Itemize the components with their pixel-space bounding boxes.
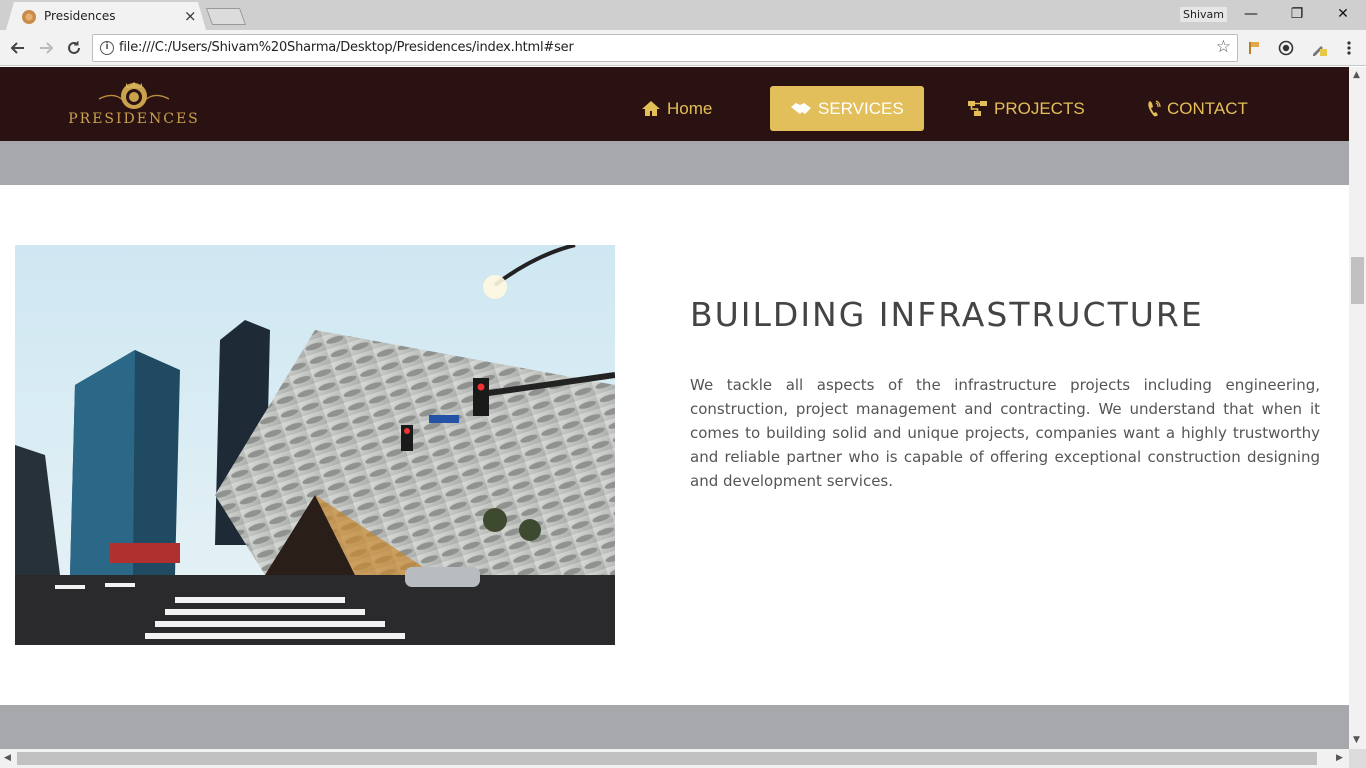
nav-contact[interactable]: CONTACT [1147,86,1248,131]
scroll-down-icon[interactable]: ▼ [1353,735,1360,745]
home-icon [641,100,661,117]
reload-icon[interactable] [62,36,86,60]
back-arrow-icon[interactable] [6,36,30,60]
section-heading: BUILDING INFRASTRUCTURE [690,295,1204,334]
url-text[interactable]: file:///C:/Users/Shivam%20Sharma/Desktop… [119,40,574,55]
extension-flag-icon[interactable] [1244,38,1264,58]
browser-menu-icon[interactable] [1339,38,1359,58]
nav-projects[interactable]: PROJECTS [967,86,1085,131]
address-bar[interactable]: i file:///C:/Users/Shivam%20Sharma/Deskt… [92,34,1238,62]
nav-services-label: SERVICES [818,98,904,118]
tab-title: Presidences [44,9,116,23]
building-photo [15,245,615,645]
tab-strip: Presidences × Shivam — ❐ ✕ [0,0,1366,30]
forward-arrow-icon[interactable] [34,36,58,60]
vertical-scroll-thumb[interactable] [1351,257,1364,304]
vertical-scrollbar[interactable]: ▲ ▼ [1349,67,1366,749]
scroll-right-icon[interactable]: ▶ [1336,753,1343,763]
profile-name[interactable]: Shivam [1180,7,1227,22]
handshake-icon [790,101,812,117]
extension-record-icon[interactable] [1276,38,1296,58]
sitemap-icon [967,100,988,117]
phone-icon [1147,100,1161,117]
scroll-left-icon[interactable]: ◀ [4,753,11,763]
logo-text: PRESIDENCES [68,111,200,127]
nav-home-label: Home [667,98,713,118]
minimize-button[interactable]: — [1228,0,1274,28]
browser-tab[interactable]: Presidences × [6,2,206,30]
tab-close-button[interactable]: × [184,6,197,26]
restore-button[interactable]: ❐ [1274,0,1320,28]
horizontal-scroll-thumb[interactable] [17,752,1317,765]
nav-services[interactable]: SERVICES [770,86,924,131]
new-tab-button[interactable] [205,8,247,25]
page-viewport: PRESIDENCES Home SERVICES PROJECTS CONTA [0,67,1349,749]
site-favicon-icon [22,10,36,24]
lion-crest-icon [98,82,170,109]
nav-projects-label: PROJECTS [994,98,1085,118]
section-divider-top [0,141,1349,185]
scrollbar-corner [1349,749,1366,768]
close-window-button[interactable]: ✕ [1320,0,1366,28]
nav-contact-label: CONTACT [1167,98,1248,118]
browser-toolbar: i file:///C:/Users/Shivam%20Sharma/Deskt… [0,30,1366,66]
site-navbar: PRESIDENCES Home SERVICES PROJECTS CONTA [0,67,1349,141]
info-icon[interactable]: i [100,41,114,55]
section-divider-bottom [0,705,1349,749]
bookmark-star-icon[interactable]: ☆ [1216,37,1231,57]
section-body: We tackle all aspects of the infrastruct… [690,376,1320,490]
nav-home[interactable]: Home [641,86,712,131]
scroll-up-icon[interactable]: ▲ [1353,70,1360,80]
horizontal-scrollbar[interactable]: ◀ ▶ [0,749,1349,768]
site-logo[interactable]: PRESIDENCES [64,79,204,131]
extension-eyedropper-icon[interactable] [1309,38,1329,58]
